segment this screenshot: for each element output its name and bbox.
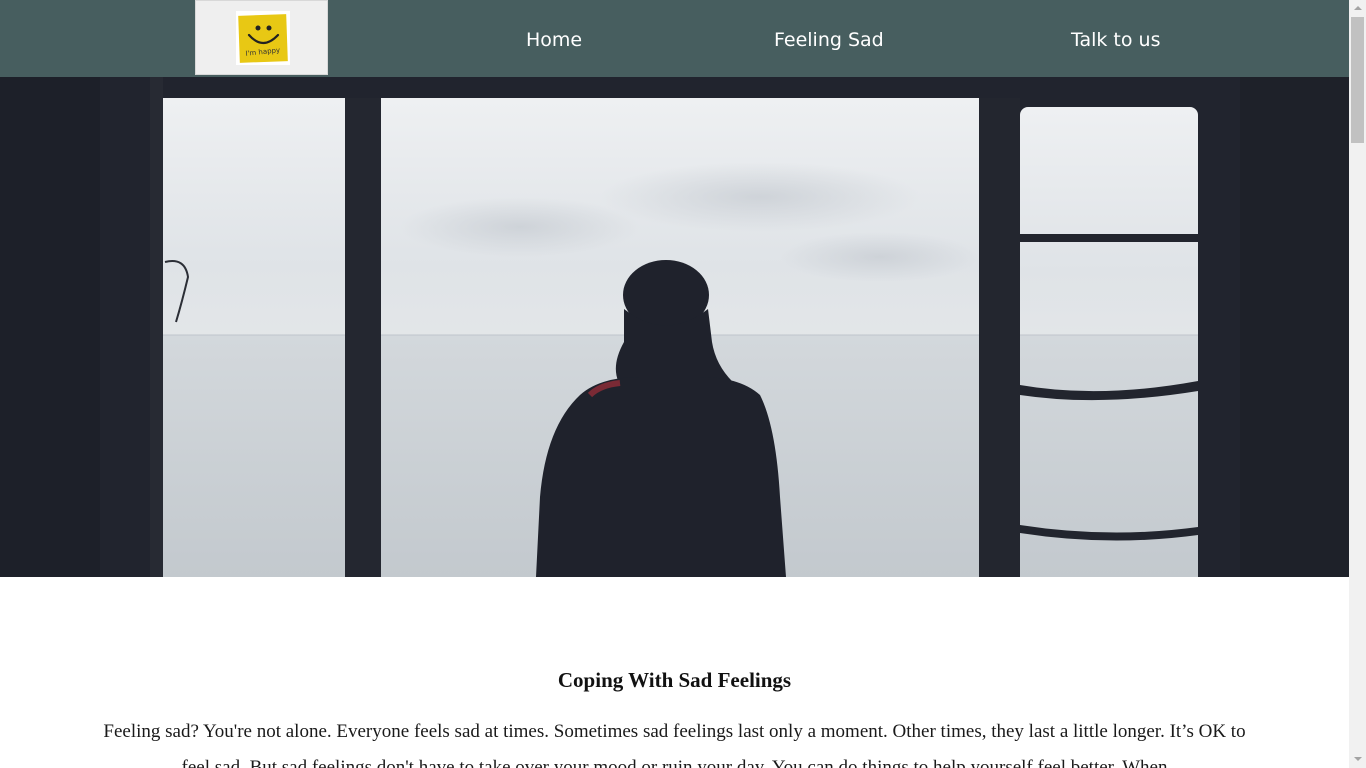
scroll-up-arrow-icon[interactable] <box>1349 0 1366 17</box>
intro-paragraph: Feeling sad? You're not alone. Everyone … <box>103 721 1246 768</box>
nav-link-feeling-sad[interactable]: Feeling Sad <box>774 27 884 53</box>
top-navbar: I'm happy Home Feeling Sad Talk to us <box>0 0 1349 77</box>
scroll-down-arrow-icon[interactable] <box>1349 751 1366 768</box>
nav-link-home[interactable]: Home <box>526 27 582 53</box>
scrollbar-thumb[interactable] <box>1351 17 1364 143</box>
window-right <box>1018 107 1200 577</box>
logo-link[interactable]: I'm happy <box>195 0 328 75</box>
nav-link-talk-to-us[interactable]: Talk to us <box>1071 27 1160 53</box>
page-title: Coping With Sad Feelings <box>557 668 792 692</box>
hero-image <box>0 77 1349 577</box>
hero-photo-illustration <box>0 77 1349 577</box>
page: I'm happy Home Feeling Sad Talk to us Co… <box>0 0 1349 768</box>
smiley-sticky-note-logo: I'm happy <box>236 11 290 65</box>
window-left <box>163 98 345 577</box>
vertical-scrollbar[interactable] <box>1349 0 1366 768</box>
